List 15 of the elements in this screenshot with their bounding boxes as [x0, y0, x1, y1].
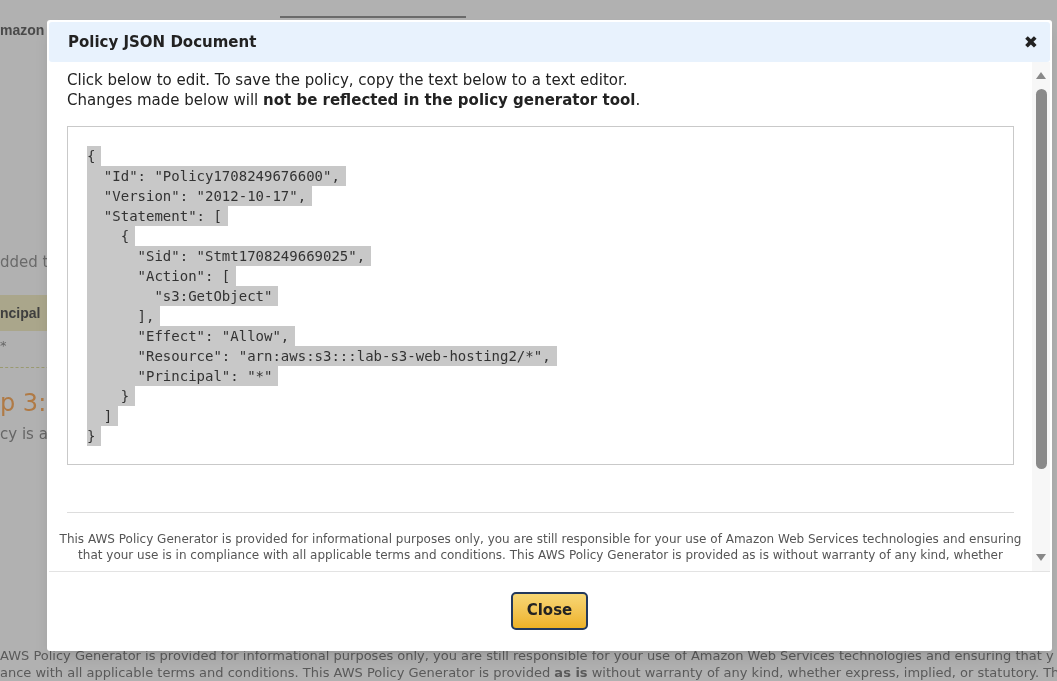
instruction-text: Changes made below will not be reflected in the policy generator tool. — [67, 90, 641, 110]
logo-text: mazon — [0, 21, 45, 40]
scrollbar-thumb[interactable] — [1035, 89, 1047, 469]
disclaimer-text: that your use is in compliance with all applicable terms and conditions. This AWS Policy Generator is provided as is without warranty of any kind, whether — [78, 547, 1003, 563]
page-text: cy is a — [0, 424, 48, 444]
instruction-text: Click below to edit. To save the policy, copy the text below to a text editor. — [67, 70, 628, 90]
close-button[interactable]: Close — [511, 591, 588, 630]
dialog-title: Policy JSON Document — [68, 31, 257, 53]
disclaimer-text: This AWS Policy Generator is provided for informational purposes only, you are still responsible for your use of Amazon Web Services technologies and ensuring — [59, 531, 1022, 547]
code-text: { "Id": "Policy1708249676600", "Version": "2012-10-17", "Statement": [ { "Sid": "Stmt1708249669025", "Action": [ "s3:GetObject" ], "Effect": "Allow", "Resource": "arn:aws:s3:::lab-s3-web-hosting2/*", "Principal": "*" } ] } — [87, 146, 1013, 446]
table-cell: * — [0, 337, 7, 355]
scrollbar[interactable] — [1032, 62, 1050, 571]
scroll-up-icon[interactable] — [1036, 72, 1046, 79]
step-heading: p 3: — [0, 388, 47, 418]
scroll-down-icon[interactable] — [1036, 554, 1046, 561]
